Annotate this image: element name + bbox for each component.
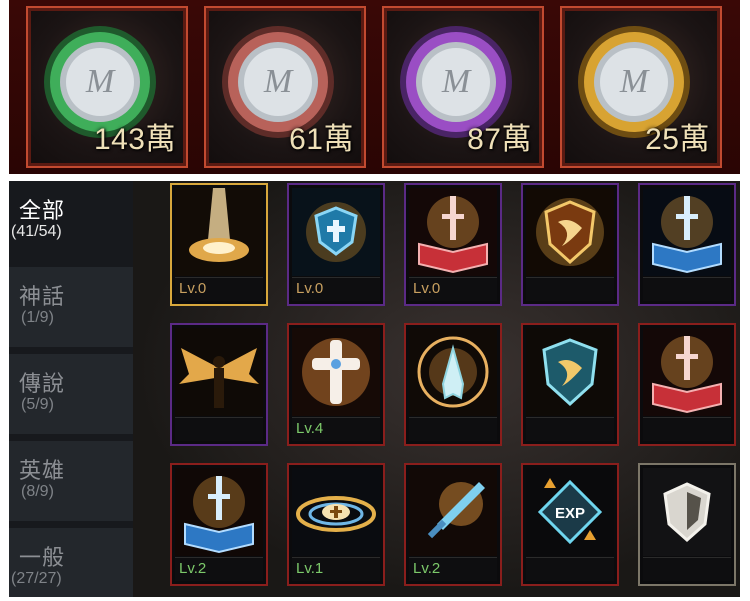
- level-bar: Lv.0: [292, 277, 380, 301]
- level-bar: [409, 417, 497, 441]
- tab-count: (27/27): [11, 570, 62, 587]
- level-label: Lv.0: [179, 280, 207, 297]
- tab-label: 神話: [19, 284, 66, 309]
- skill-card[interactable]: Lv.0: [287, 183, 385, 306]
- tab-common[interactable]: 一般 (27/27): [9, 528, 133, 597]
- level-label: Lv.2: [413, 560, 441, 577]
- level-bar: Lv.0: [409, 277, 497, 301]
- skill-card[interactable]: [170, 323, 268, 446]
- skill-card[interactable]: Lv.1: [287, 463, 385, 586]
- svg-text:EXP: EXP: [555, 505, 585, 522]
- currency-slot[interactable]: M 61萬: [204, 6, 366, 168]
- tab-count: (5/9): [21, 396, 54, 413]
- level-label: Lv.0: [296, 280, 324, 297]
- currency-amount: 143萬: [93, 123, 176, 156]
- tab-count: (1/9): [21, 309, 54, 326]
- level-label: Lv.2: [179, 560, 207, 577]
- exp-badge-icon: EXP: [526, 468, 614, 556]
- blue-sword-book-icon-2: [175, 468, 263, 556]
- currency-slot[interactable]: M 143萬: [26, 6, 188, 168]
- level-bar: [643, 277, 731, 301]
- currency-amount: 87萬: [467, 123, 532, 156]
- skill-card[interactable]: Lv.0: [404, 183, 502, 306]
- currency-amount: 25萬: [645, 123, 710, 156]
- svg-text:M: M: [619, 63, 650, 100]
- tab-count: (41/54): [11, 223, 62, 240]
- skill-grid: Lv.0 Lv.0 Lv.0 Lv.4 Lv.2 Lv.1 Lv.2 EXP: [133, 181, 740, 597]
- skill-card[interactable]: [404, 323, 502, 446]
- level-bar: [643, 557, 731, 581]
- skill-card[interactable]: Lv.2: [404, 463, 502, 586]
- skill-card[interactable]: Lv.0: [170, 183, 268, 306]
- skill-card[interactable]: [521, 183, 619, 306]
- tab-label: 英雄: [19, 458, 66, 483]
- currency-slot[interactable]: M 25萬: [560, 6, 722, 168]
- skill-card[interactable]: [638, 183, 736, 306]
- winged-figure-icon: [175, 328, 263, 416]
- currency-amount: 61萬: [289, 123, 354, 156]
- skill-card[interactable]: EXP: [521, 463, 619, 586]
- skill-card[interactable]: Lv.2: [170, 463, 268, 586]
- level-bar: Lv.4: [292, 417, 380, 441]
- level-bar: Lv.2: [409, 557, 497, 581]
- collection-panel: 全部 (41/54) 神話 (1/9) 傳說 (5/9) 英雄 (8/9) 一般…: [9, 181, 740, 597]
- svg-text:M: M: [263, 63, 294, 100]
- currency-bar: M 143萬 M 61萬 M 87萬 M 25萬: [9, 0, 740, 174]
- level-label: Lv.1: [296, 560, 324, 577]
- tab-label: 全部: [19, 198, 66, 223]
- level-bar: [175, 417, 263, 441]
- level-bar: Lv.2: [175, 557, 263, 581]
- level-label: Lv.4: [296, 420, 324, 437]
- white-shield-icon: [643, 468, 731, 556]
- glowing-sword-icon: [409, 468, 497, 556]
- tab-heroic[interactable]: 英雄 (8/9): [9, 441, 133, 521]
- cross-vortex-icon: [292, 468, 380, 556]
- praying-hands-icon: [409, 328, 497, 416]
- svg-text:M: M: [441, 63, 472, 100]
- blue-sword-book-icon: [643, 188, 731, 276]
- tab-mythic[interactable]: 神話 (1/9): [9, 267, 133, 347]
- tab-all[interactable]: 全部 (41/54): [9, 181, 133, 261]
- skill-card[interactable]: [638, 323, 736, 446]
- level-bar: Lv.1: [292, 557, 380, 581]
- level-bar: [526, 277, 614, 301]
- tab-label: 一般: [19, 545, 66, 570]
- blue-cross-shield-icon: [292, 188, 380, 276]
- level-label: Lv.0: [413, 280, 441, 297]
- level-bar: [526, 557, 614, 581]
- skill-card[interactable]: [521, 323, 619, 446]
- tab-legendary[interactable]: 傳說 (5/9): [9, 354, 133, 434]
- level-bar: [526, 417, 614, 441]
- blue-crest-shield-icon: [526, 328, 614, 416]
- red-sword-book-icon-2: [643, 328, 731, 416]
- tab-count: (8/9): [21, 483, 54, 500]
- skill-card[interactable]: [638, 463, 736, 586]
- light-burst-icon: [175, 188, 263, 276]
- red-sword-book-icon: [409, 188, 497, 276]
- svg-text:M: M: [85, 63, 116, 100]
- level-bar: [643, 417, 731, 441]
- currency-slot[interactable]: M 87萬: [382, 6, 544, 168]
- category-sidebar: 全部 (41/54) 神話 (1/9) 傳說 (5/9) 英雄 (8/9) 一般…: [9, 181, 133, 597]
- tab-label: 傳說: [19, 371, 66, 396]
- radiant-cross-icon: [292, 328, 380, 416]
- gold-crest-shield-icon: [526, 188, 614, 276]
- skill-card[interactable]: Lv.4: [287, 323, 385, 446]
- level-bar: Lv.0: [175, 277, 263, 301]
